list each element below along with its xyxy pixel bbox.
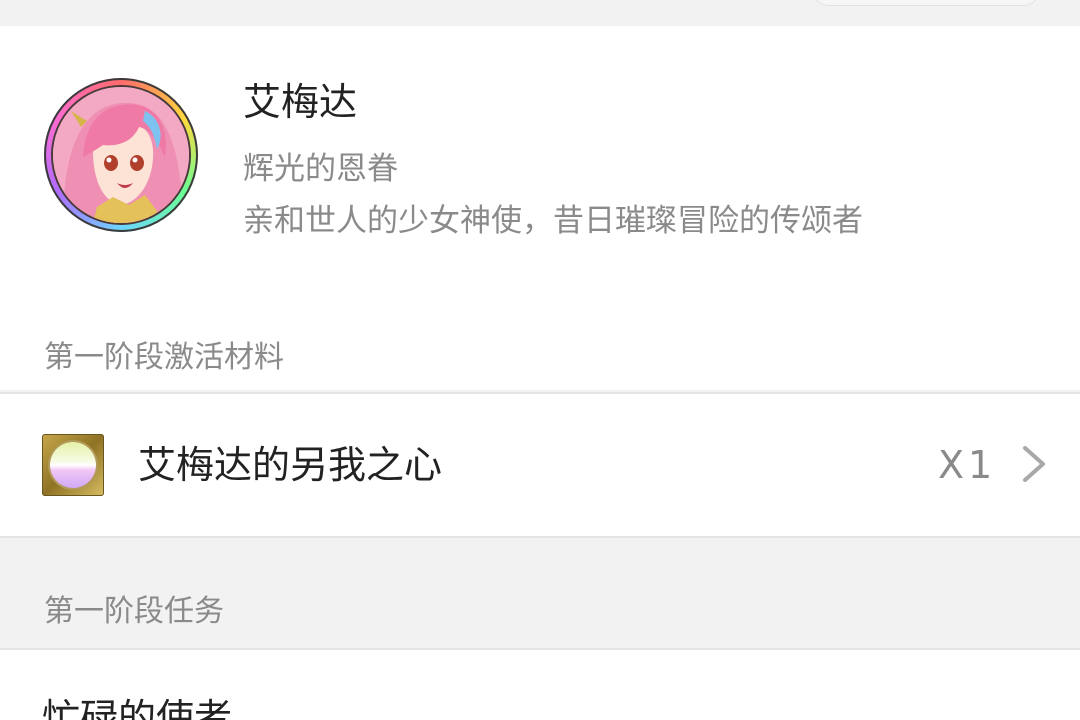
top-bar — [0, 0, 1080, 26]
materials-section-label: 第一阶段激活材料 — [44, 340, 284, 375]
hero-name: 艾梅达 — [243, 80, 358, 124]
search-pill[interactable] — [812, 0, 1040, 6]
material-name: 艾梅达的另我之心 — [138, 443, 443, 487]
hero-avatar[interactable] — [44, 78, 198, 232]
hero-title: 辉光的恩眷 — [243, 151, 398, 187]
hero-header-card: 艾梅达 辉光的恩眷 亲和世人的少女神使，昔日璀璨冒险的传颂者 第一阶段激活材料 — [0, 26, 1080, 390]
task-row[interactable]: 忙碌的使者 — [0, 650, 1080, 720]
gem-orb — [50, 442, 96, 488]
hero-description: 亲和世人的少女神使，昔日璀璨冒险的传颂者 — [243, 203, 863, 239]
hero-detail-screen: 艾梅达 辉光的恩眷 亲和世人的少女神使，昔日璀璨冒险的传颂者 第一阶段激活材料 … — [0, 0, 1080, 720]
anime-girl-portrait-icon — [53, 87, 189, 223]
divider — [0, 536, 1080, 538]
task-name: 忙碌的使者 — [42, 696, 233, 720]
heart-gem-icon — [42, 434, 104, 496]
tasks-section-label: 第一阶段任务 — [44, 594, 224, 629]
material-row[interactable]: 艾梅达的另我之心 X1 — [0, 394, 1080, 536]
chevron-right-icon — [1023, 446, 1045, 482]
material-quantity: X1 — [938, 443, 997, 487]
